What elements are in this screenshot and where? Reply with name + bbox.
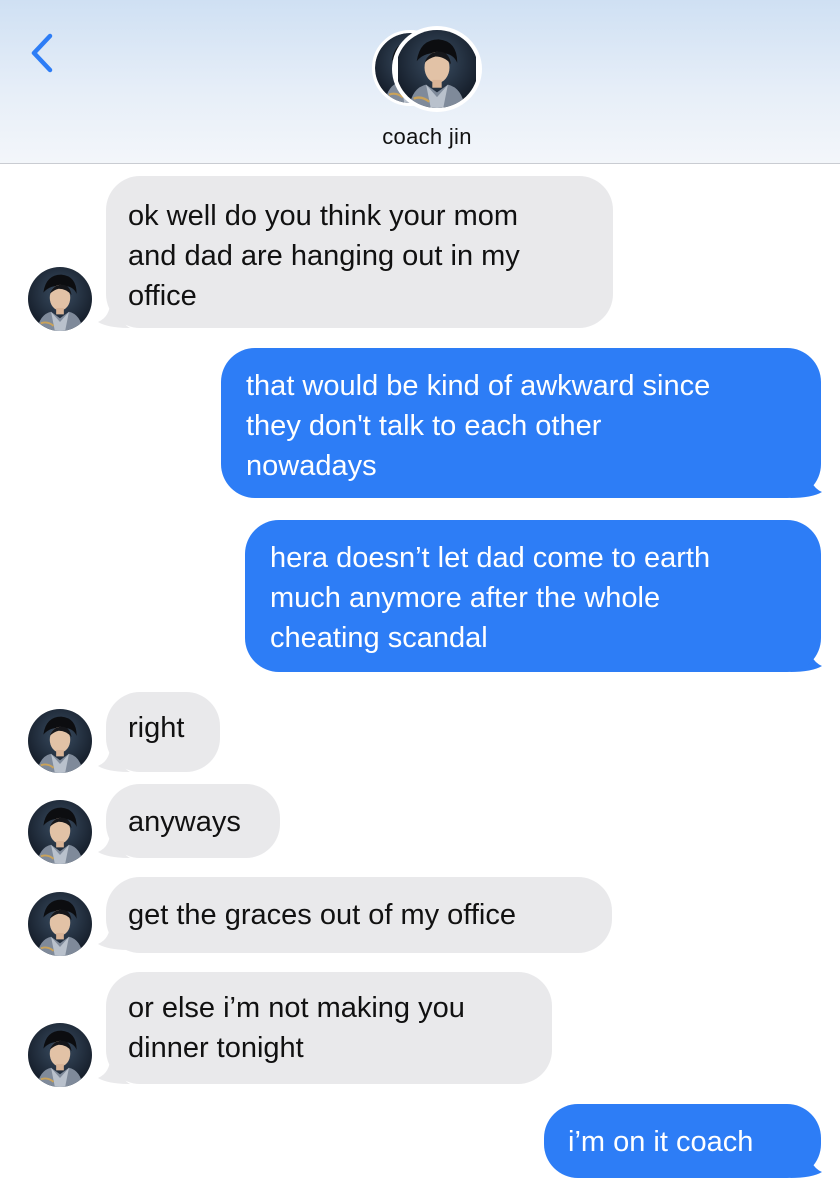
avatar	[392, 26, 482, 112]
sender-avatar[interactable]	[28, 1023, 92, 1087]
sender-avatar[interactable]	[28, 267, 92, 331]
message-text: i’m on it coach	[568, 1126, 754, 1158]
message-bubble-incoming[interactable]: get the graces out of my office	[106, 877, 612, 953]
message-bubble-incoming[interactable]: ok well do you think your mom and dad ar…	[106, 176, 613, 328]
message-bubble-incoming[interactable]: right	[106, 692, 220, 772]
message-bubble-outgoing[interactable]: that would be kind of awkward since they…	[221, 348, 821, 498]
conversation-header: coach jin	[0, 0, 840, 164]
message-text: right	[128, 712, 185, 744]
sender-avatar[interactable]	[28, 709, 92, 773]
message-bubble-outgoing[interactable]: i’m on it coach	[544, 1104, 821, 1178]
message-text: hera doesn’t let dad come to earth much …	[270, 542, 711, 654]
message-bubble-incoming[interactable]: or else i’m not making you dinner tonigh…	[106, 972, 552, 1084]
contact-name[interactable]: coach jin	[0, 124, 840, 150]
message-bubble-outgoing[interactable]: hera doesn’t let dad come to earth much …	[245, 520, 821, 672]
message-text: ok well do you think your mom and dad ar…	[128, 200, 520, 312]
sender-avatar[interactable]	[28, 800, 92, 864]
sender-avatar[interactable]	[28, 892, 92, 956]
message-text: or else i’m not making you dinner tonigh…	[128, 992, 465, 1064]
contact-avatar-group[interactable]	[372, 26, 482, 112]
message-text: get the graces out of my office	[128, 899, 516, 931]
message-text: that would be kind of awkward since they…	[246, 370, 711, 482]
message-text: anyways	[128, 806, 241, 838]
message-bubble-incoming[interactable]: anyways	[106, 784, 280, 858]
chevron-left-icon	[31, 33, 53, 73]
back-button[interactable]	[26, 30, 66, 76]
